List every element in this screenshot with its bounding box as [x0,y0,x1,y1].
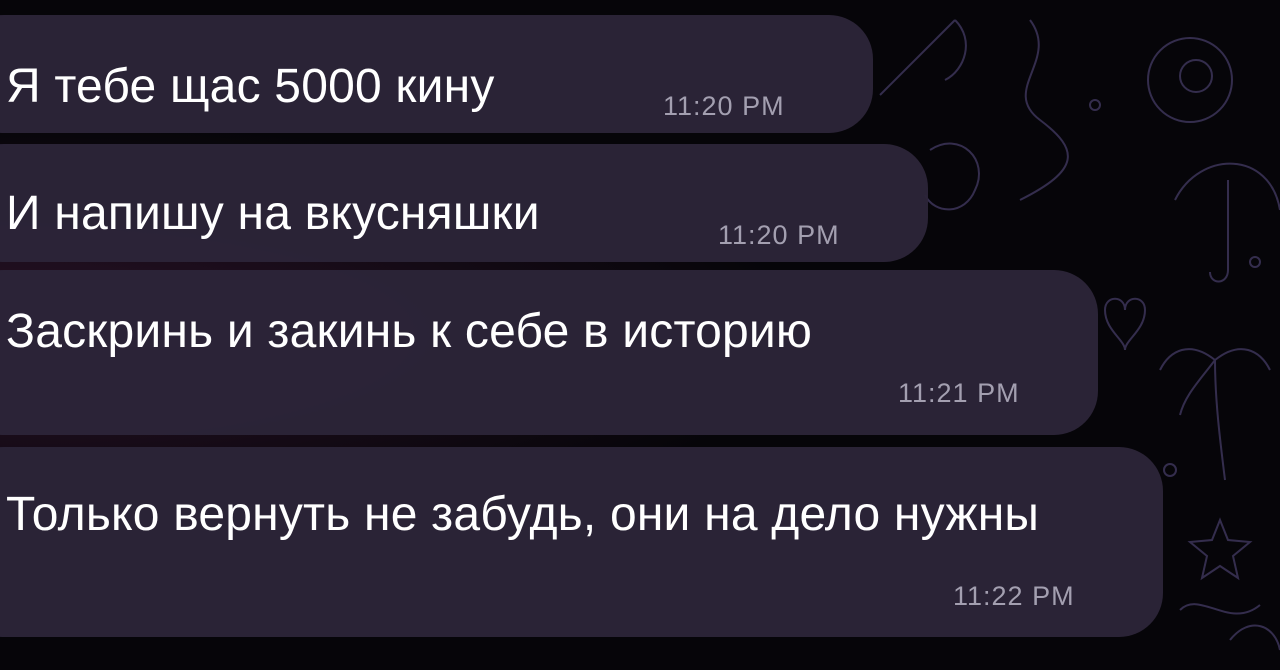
bird-doodle [924,142,980,211]
squiggle-doodle [1019,19,1069,201]
palm-tree-icon [1159,348,1271,481]
message-bubble[interactable]: И напишу на вкусняшки 11:20 PM [0,144,928,262]
chat-view: Я тебе щас 5000 кину 11:20 PM И напишу н… [0,0,1280,670]
message-text: Я тебе щас 5000 кину [6,60,495,113]
message-bubble[interactable]: Заскринь и закинь к себе в историю 11:21… [0,270,1098,435]
message-timestamp: 11:20 PM [718,220,840,250]
heart-doodle [1103,297,1147,351]
message-timestamp: 11:22 PM [953,581,1075,611]
wave-doodle [1179,603,1261,615]
message-text: Заскринь и закинь к себе в историю [6,305,813,358]
dot-doodle [1249,256,1261,268]
message-timestamp: 11:20 PM [663,91,785,121]
message-bubble[interactable]: Я тебе щас 5000 кину 11:20 PM [0,15,873,133]
message-bubble[interactable]: Только вернуть не забудь, они на дело ну… [0,447,1163,637]
message-text: Только вернуть не забудь, они на дело ну… [6,488,1040,541]
message-timestamp: 11:21 PM [898,378,1020,408]
leaf-doodle [1229,624,1280,651]
dot-doodle [1089,99,1101,111]
billiard-ball-icon [1147,37,1233,123]
message-text: И напишу на вкусняшки [6,187,540,240]
umbrella-icon [1174,162,1280,283]
fishing-rod-doodle [879,19,967,96]
dot-doodle [1163,463,1177,477]
star-doodle [1187,517,1253,581]
